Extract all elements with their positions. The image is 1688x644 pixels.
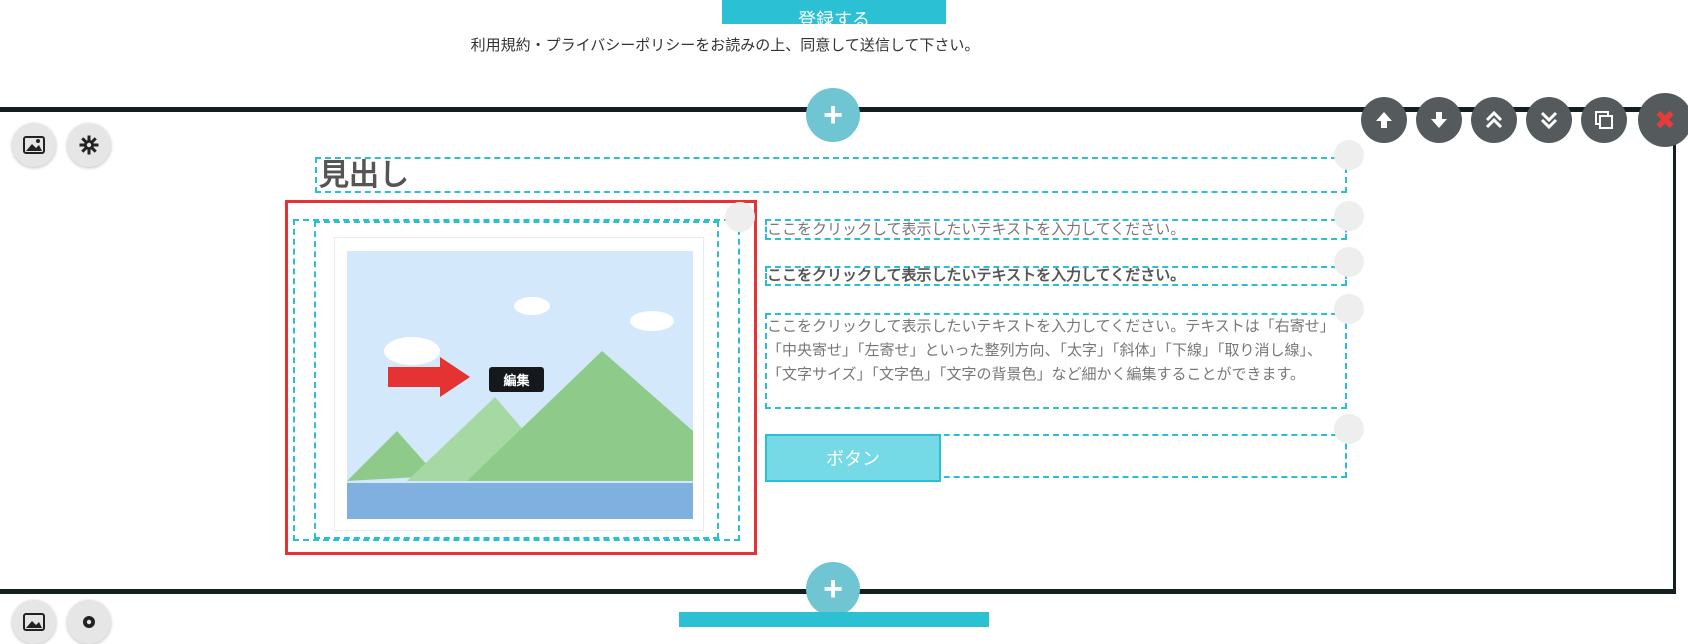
bold-text[interactable]: ここをクリックして表示したいテキストを入力してください。 (767, 266, 1345, 286)
paragraph-block[interactable]: ここをクリックして表示したいテキストを入力してください。テキストは「右寄せ」「中… (765, 313, 1347, 409)
add-section-button[interactable]: + (806, 88, 860, 142)
gear-icon[interactable] (67, 600, 111, 644)
double-chevron-up-icon[interactable] (1471, 97, 1517, 143)
double-chevron-down-icon[interactable] (1526, 97, 1572, 143)
edit-tag[interactable]: 編集 (489, 367, 544, 392)
text-block-1[interactable]: ここをクリックして表示したいテキストを入力してください。 (765, 219, 1347, 240)
block-handle[interactable] (1334, 140, 1364, 170)
sample-button[interactable]: ボタン (765, 434, 941, 482)
block-handle[interactable] (1334, 247, 1364, 277)
arrow-up-icon[interactable] (1361, 97, 1407, 143)
add-section-button[interactable]: + (806, 562, 860, 616)
body-text[interactable]: ここをクリックして表示したいテキストを入力してください。 (767, 218, 1345, 242)
paragraph-text[interactable]: ここをクリックして表示したいテキストを入力してください。テキストは「右寄せ」「中… (767, 315, 1345, 387)
block-handle[interactable] (1334, 294, 1364, 324)
delete-icon[interactable]: ✖ (1638, 93, 1688, 147)
page-title[interactable]: 見出し (319, 161, 1345, 191)
copy-icon[interactable] (1581, 97, 1627, 143)
image-icon[interactable] (12, 600, 56, 644)
text-block-2[interactable]: ここをクリックして表示したいテキストを入力してください。 (765, 266, 1347, 286)
block-handle[interactable] (1334, 201, 1364, 231)
gear-icon[interactable] (67, 123, 111, 167)
image-icon[interactable] (12, 123, 56, 167)
arrow-down-icon[interactable] (1416, 97, 1462, 143)
block-handle[interactable] (725, 202, 755, 232)
arrow-right-icon (388, 357, 470, 402)
terms-notice: 利用規約・プライバシーポリシーをお読みの上、同意して送信して下さい。 (470, 37, 980, 54)
block-handle[interactable] (1334, 414, 1364, 444)
submit-button[interactable]: 登録する (722, 0, 946, 24)
next-section-button[interactable] (679, 612, 989, 627)
heading-block[interactable]: 見出し (315, 157, 1347, 193)
